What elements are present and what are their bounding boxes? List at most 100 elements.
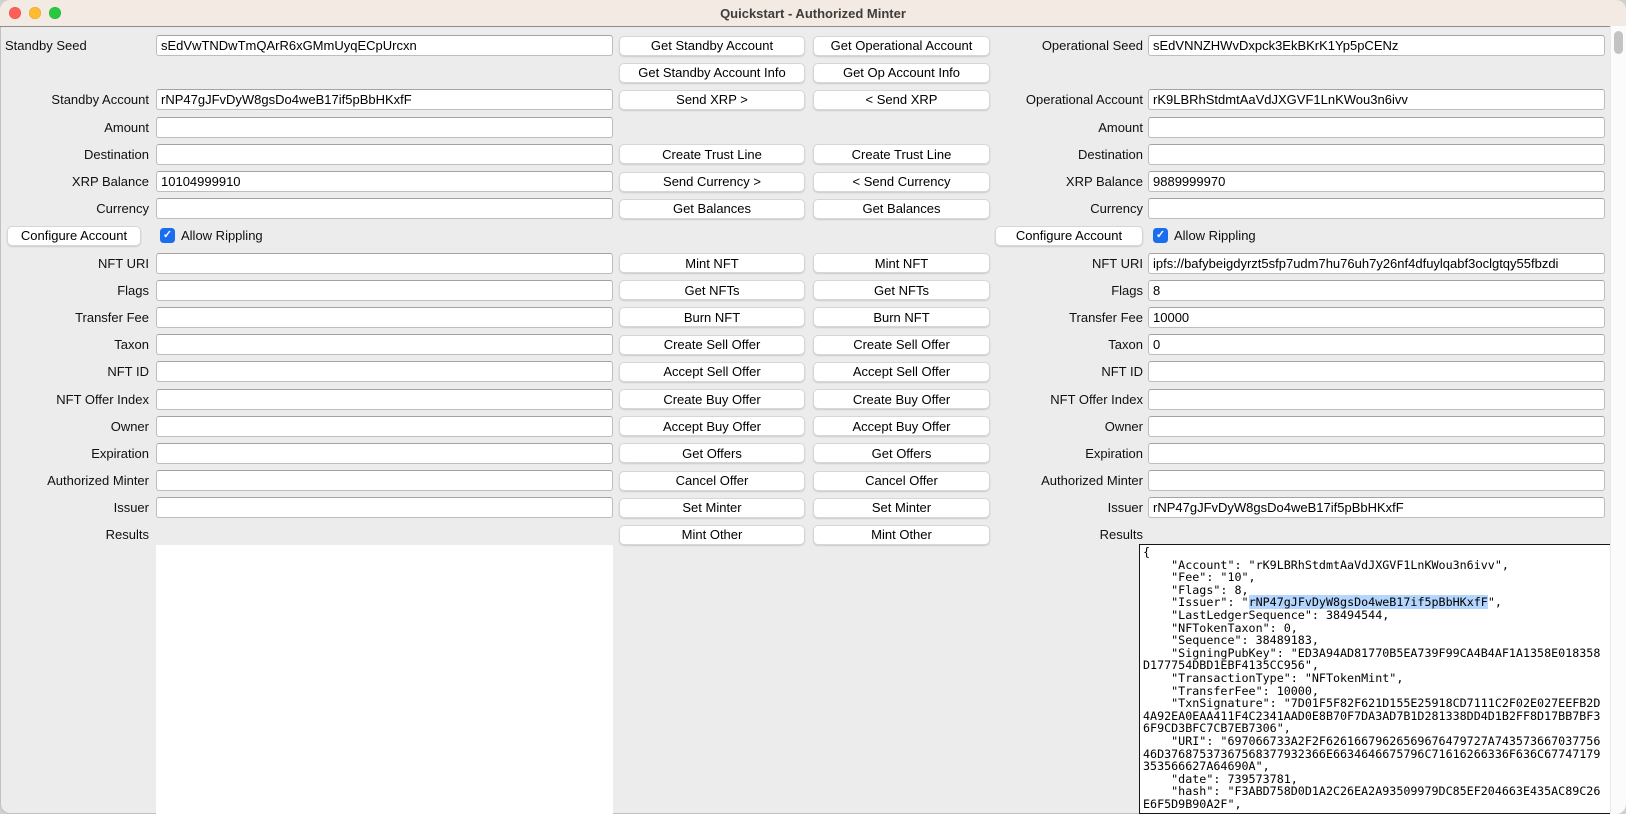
operational-mint-nft-button[interactable]: Mint NFT (813, 253, 990, 273)
form-row: Amount Amount (0, 114, 1626, 141)
zoom-button[interactable] (49, 7, 61, 19)
standby-issuer-label: Issuer (114, 500, 149, 515)
standby-flags-input[interactable] (156, 280, 613, 301)
standby-owner-input[interactable] (156, 416, 613, 437)
operational-results-box[interactable]: { "Account": "rK9LBRhStdmtAaVdJXGVF1LnKW… (1139, 544, 1611, 814)
standby-burn-nft-button[interactable]: Burn NFT (619, 307, 805, 327)
standby-nft-id-input[interactable] (156, 361, 613, 382)
standby-allow-rippling-checkbox[interactable]: ✓ (160, 228, 175, 243)
close-button[interactable] (9, 7, 21, 19)
operational-transfer-fee-input[interactable] (1148, 307, 1605, 328)
operational-create-buy-offer-button[interactable]: Create Buy Offer (813, 389, 990, 409)
operational-amount-label: Amount (1098, 120, 1143, 135)
standby-amount-input[interactable] (156, 117, 613, 138)
standby-destination-input[interactable] (156, 144, 613, 165)
operational-send-currency-button[interactable]: < Send Currency (813, 172, 990, 192)
operational-account-input[interactable] (1148, 89, 1605, 110)
standby-get-balances-button[interactable]: Get Balances (619, 199, 805, 219)
operational-nft-id-label: NFT ID (1101, 364, 1143, 379)
operational-issuer-input[interactable] (1148, 497, 1605, 518)
operational-send-xrp-button[interactable]: < Send XRP (813, 90, 990, 110)
operational-expiration-input[interactable] (1148, 443, 1605, 464)
operational-nft-offer-index-input[interactable] (1148, 389, 1605, 410)
operational-owner-label: Owner (1105, 419, 1143, 434)
standby-taxon-input[interactable] (156, 334, 613, 355)
operational-results-label: Results (1100, 527, 1143, 542)
standby-get-nfts-button[interactable]: Get NFTs (619, 280, 805, 300)
operational-destination-input[interactable] (1148, 144, 1605, 165)
standby-currency-input[interactable] (156, 198, 613, 219)
form-row: Standby Seed Get Standby Account Get Ope… (0, 32, 1626, 59)
operational-create-sell-offer-button[interactable]: Create Sell Offer (813, 335, 990, 355)
standby-nft-offer-index-input[interactable] (156, 389, 613, 410)
operational-account-label: Operational Account (1026, 92, 1143, 107)
operational-nft-uri-input[interactable] (1148, 253, 1605, 274)
standby-account-input[interactable] (156, 89, 613, 110)
operational-seed-input[interactable] (1148, 35, 1605, 56)
vertical-scrollbar[interactable] (1610, 26, 1626, 814)
standby-create-sell-offer-button[interactable]: Create Sell Offer (619, 335, 805, 355)
operational-allow-rippling-checkbox[interactable]: ✓ (1153, 228, 1168, 243)
get-op-account-info-button[interactable]: Get Op Account Info (813, 63, 990, 83)
form-row: Owner Accept Buy Offer Accept Buy Offer … (0, 413, 1626, 440)
standby-transfer-fee-label: Transfer Fee (75, 310, 149, 325)
operational-xrp-balance-input[interactable] (1148, 171, 1605, 192)
form-row: Flags Get NFTs Get NFTs Flags (0, 277, 1626, 304)
operational-get-offers-button[interactable]: Get Offers (813, 443, 990, 463)
operational-get-balances-button[interactable]: Get Balances (813, 199, 990, 219)
operational-amount-input[interactable] (1148, 117, 1605, 138)
standby-get-offers-button[interactable]: Get Offers (619, 443, 805, 463)
standby-set-minter-button[interactable]: Set Minter (619, 498, 805, 518)
standby-mint-nft-button[interactable]: Mint NFT (619, 253, 805, 273)
standby-create-buy-offer-button[interactable]: Create Buy Offer (619, 389, 805, 409)
standby-nft-uri-label: NFT URI (98, 256, 149, 271)
standby-destination-label: Destination (84, 147, 149, 162)
operational-destination-label: Destination (1078, 147, 1143, 162)
operational-flags-input[interactable] (1148, 280, 1605, 301)
standby-nft-uri-input[interactable] (156, 253, 613, 274)
operational-get-nfts-button[interactable]: Get NFTs (813, 280, 990, 300)
operational-nft-id-input[interactable] (1148, 361, 1605, 382)
standby-issuer-input[interactable] (156, 497, 613, 518)
operational-taxon-input[interactable] (1148, 334, 1605, 355)
form-row: Configure Account ✓ Allow Rippling Confi… (0, 222, 1626, 249)
operational-owner-input[interactable] (1148, 416, 1605, 437)
standby-expiration-input[interactable] (156, 443, 613, 464)
standby-send-currency-button[interactable]: Send Currency > (619, 172, 805, 192)
scrollbar-thumb[interactable] (1614, 31, 1623, 54)
standby-xrp-balance-input[interactable] (156, 171, 613, 192)
standby-taxon-label: Taxon (114, 337, 149, 352)
standby-mint-other-button[interactable]: Mint Other (619, 525, 805, 545)
form-row: Authorized Minter Cancel Offer Cancel Of… (0, 467, 1626, 494)
operational-configure-account-button[interactable]: Configure Account (995, 226, 1143, 246)
get-standby-account-button[interactable]: Get Standby Account (619, 36, 805, 56)
get-standby-account-info-button[interactable]: Get Standby Account Info (619, 63, 805, 83)
get-operational-account-button[interactable]: Get Operational Account (813, 36, 990, 56)
standby-transfer-fee-input[interactable] (156, 307, 613, 328)
operational-cancel-offer-button[interactable]: Cancel Offer (813, 471, 990, 491)
operational-burn-nft-button[interactable]: Burn NFT (813, 307, 990, 327)
operational-issuer-label: Issuer (1108, 500, 1143, 515)
operational-accept-buy-offer-button[interactable]: Accept Buy Offer (813, 416, 990, 436)
standby-results-text[interactable] (156, 545, 613, 814)
standby-seed-input[interactable] (156, 35, 613, 56)
operational-mint-other-button[interactable]: Mint Other (813, 525, 990, 545)
standby-create-trust-line-button[interactable]: Create Trust Line (619, 144, 805, 164)
minimize-button[interactable] (29, 7, 41, 19)
standby-accept-sell-offer-button[interactable]: Accept Sell Offer (619, 362, 805, 382)
operational-create-trust-line-button[interactable]: Create Trust Line (813, 144, 990, 164)
standby-authorized-minter-input[interactable] (156, 470, 613, 491)
operational-set-minter-button[interactable]: Set Minter (813, 498, 990, 518)
operational-seed-label: Operational Seed (1042, 38, 1143, 53)
standby-accept-buy-offer-button[interactable]: Accept Buy Offer (619, 416, 805, 436)
operational-accept-sell-offer-button[interactable]: Accept Sell Offer (813, 362, 990, 382)
operational-allow-rippling-label: Allow Rippling (1174, 228, 1256, 243)
form-row: NFT ID Accept Sell Offer Accept Sell Off… (0, 358, 1626, 385)
standby-send-xrp-button[interactable]: Send XRP > (619, 90, 805, 110)
standby-seed-label: Standby Seed (5, 38, 87, 53)
standby-configure-account-button[interactable]: Configure Account (7, 226, 141, 246)
operational-authorized-minter-label: Authorized Minter (1041, 473, 1143, 488)
operational-authorized-minter-input[interactable] (1148, 470, 1605, 491)
operational-currency-input[interactable] (1148, 198, 1605, 219)
standby-cancel-offer-button[interactable]: Cancel Offer (619, 471, 805, 491)
